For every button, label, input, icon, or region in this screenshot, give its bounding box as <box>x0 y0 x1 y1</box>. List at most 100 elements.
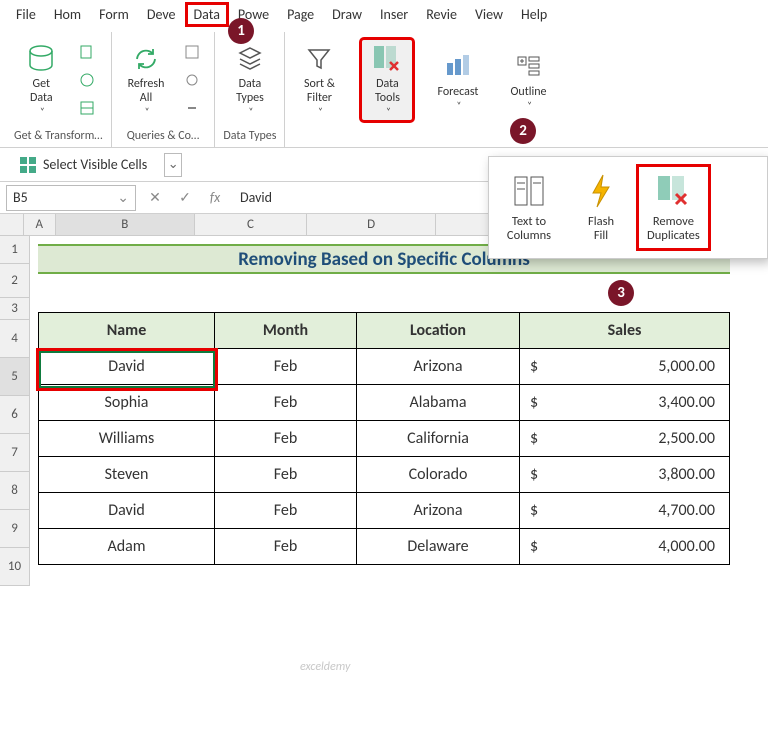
get-data-button[interactable]: GetData <box>15 39 67 121</box>
table-cell[interactable]: $3,800.00 <box>520 457 730 493</box>
table-cell[interactable]: Feb <box>215 529 357 565</box>
table-header[interactable]: Month <box>215 313 357 349</box>
table-cell[interactable]: Feb <box>215 493 357 529</box>
table-icon <box>78 99 96 117</box>
from-web-button[interactable] <box>73 67 101 93</box>
funnel-icon <box>301 43 337 76</box>
table-cell[interactable]: Delaware <box>357 529 520 565</box>
table-cell[interactable]: California <box>357 421 520 457</box>
watermark: exceldemy <box>300 660 350 674</box>
row-header-1[interactable]: 1 <box>0 236 30 264</box>
col-header-B[interactable]: B <box>56 214 195 236</box>
refresh-all-button[interactable]: RefreshAll <box>120 39 173 121</box>
table-cell[interactable]: Sophia <box>39 385 215 421</box>
table-cell[interactable]: $4,000.00 <box>520 529 730 565</box>
table-cell[interactable]: Adam <box>39 529 215 565</box>
menu-view[interactable]: View <box>467 3 511 26</box>
menu-revie[interactable]: Revie <box>418 3 465 26</box>
from-table-button[interactable] <box>73 95 101 121</box>
menu-inser[interactable]: Inser <box>372 3 416 26</box>
group-queries: RefreshAll Queries & Co… <box>112 32 216 147</box>
menu-data[interactable]: Data <box>186 3 228 26</box>
flash-icon <box>581 171 621 211</box>
row-header-2[interactable]: 2 <box>0 264 30 298</box>
step-badge-2: 2 <box>510 118 536 144</box>
row-header-4[interactable]: 4 <box>0 320 30 358</box>
table-cell[interactable]: $2,500.00 <box>520 421 730 457</box>
col-header-C[interactable]: C <box>195 214 307 236</box>
group-data-types: DataTypes Data Types <box>215 32 285 147</box>
menu-help[interactable]: Help <box>513 3 555 26</box>
gear-icon <box>183 71 201 89</box>
properties-button[interactable] <box>178 67 206 93</box>
menu-bar: FileHomFormDeveDataPowePageDrawInserRevi… <box>0 0 768 28</box>
queries-button[interactable] <box>178 39 206 65</box>
name-box[interactable]: B5⌄ <box>6 185 136 211</box>
fx-icon[interactable]: fx <box>204 187 226 209</box>
select-all-corner[interactable] <box>0 214 24 236</box>
accept-formula-icon[interactable]: ✓ <box>174 187 196 209</box>
row-header-3[interactable]: 3 <box>0 298 30 320</box>
menu-hom[interactable]: Hom <box>46 3 89 26</box>
row-header-10[interactable]: 10 <box>0 548 30 586</box>
data-types-button[interactable]: DataTypes <box>224 39 276 121</box>
table-cell[interactable]: Feb <box>215 349 357 385</box>
remove-duplicates-icon <box>653 171 693 211</box>
row-header-5[interactable]: 5 <box>0 358 30 396</box>
table-header[interactable]: Name <box>39 313 215 349</box>
menu-form[interactable]: Form <box>91 3 137 26</box>
table-cell[interactable]: $4,700.00 <box>520 493 730 529</box>
remove-duplicates-button[interactable]: RemoveDuplicates <box>637 165 710 250</box>
table-cell[interactable]: $5,000.00 <box>520 349 730 385</box>
flash-fill-button[interactable]: FlashFill <box>565 165 637 250</box>
table-row: DavidFebArizona$4,700.00 <box>39 493 730 529</box>
outline-button[interactable]: Outline <box>502 39 554 121</box>
row-header-8[interactable]: 8 <box>0 472 30 510</box>
edit-links-button[interactable] <box>178 95 206 121</box>
table-cell[interactable]: Arizona <box>357 493 520 529</box>
step-badge-3: 3 <box>608 280 634 306</box>
table-cell[interactable]: Alabama <box>357 385 520 421</box>
table-cell[interactable]: Steven <box>39 457 215 493</box>
data-tools-icon <box>369 42 405 76</box>
menu-file[interactable]: File <box>8 3 44 26</box>
row-header-6[interactable]: 6 <box>0 396 30 434</box>
col-header-A[interactable]: A <box>24 214 56 236</box>
group-sort-filter: Sort &Filter <box>285 32 353 147</box>
row-header-7[interactable]: 7 <box>0 434 30 472</box>
data-tools-button[interactable]: DataTools <box>361 39 413 121</box>
table-cell[interactable]: Feb <box>215 385 357 421</box>
qat-dropdown[interactable]: ⌄ <box>164 153 182 177</box>
cancel-formula-icon[interactable]: ✕ <box>144 187 166 209</box>
sort-filter-button[interactable]: Sort &Filter <box>293 39 345 121</box>
table-cell[interactable]: Williams <box>39 421 215 457</box>
table-cell[interactable]: $3,400.00 <box>520 385 730 421</box>
refresh-icon <box>128 43 164 76</box>
menu-page[interactable]: Page <box>279 3 322 26</box>
table-header[interactable]: Location <box>357 313 520 349</box>
table-cell[interactable]: Arizona <box>357 349 520 385</box>
table-cell[interactable]: Colorado <box>357 457 520 493</box>
col-header-D[interactable]: D <box>307 214 436 236</box>
from-text-button[interactable] <box>73 39 101 65</box>
file-icon <box>78 43 96 61</box>
text-columns-icon <box>509 171 549 211</box>
table-cell[interactable]: Feb <box>215 421 357 457</box>
row-header-9[interactable]: 9 <box>0 510 30 548</box>
table-header[interactable]: Sales <box>520 313 730 349</box>
table-cell[interactable]: David <box>39 349 215 385</box>
link-icon <box>183 99 201 117</box>
menu-draw[interactable]: Draw <box>324 3 370 26</box>
table-cell[interactable]: David <box>39 493 215 529</box>
forecast-button[interactable]: Forecast <box>429 39 486 121</box>
text-to-columns-button[interactable]: Text toColumns <box>493 165 565 250</box>
ribbon: GetData Get & Transform… RefreshAll Quer… <box>0 28 768 148</box>
table-cell[interactable]: Feb <box>215 457 357 493</box>
menu-deve[interactable]: Deve <box>139 3 184 26</box>
select-visible-cells-button[interactable]: Select Visible Cells <box>10 152 156 178</box>
database-icon <box>23 43 59 76</box>
table-row: DavidFebArizona$5,000.00 <box>39 349 730 385</box>
forecast-icon <box>440 48 476 84</box>
table-row: WilliamsFebCalifornia$2,500.00 <box>39 421 730 457</box>
globe-icon <box>78 71 96 89</box>
